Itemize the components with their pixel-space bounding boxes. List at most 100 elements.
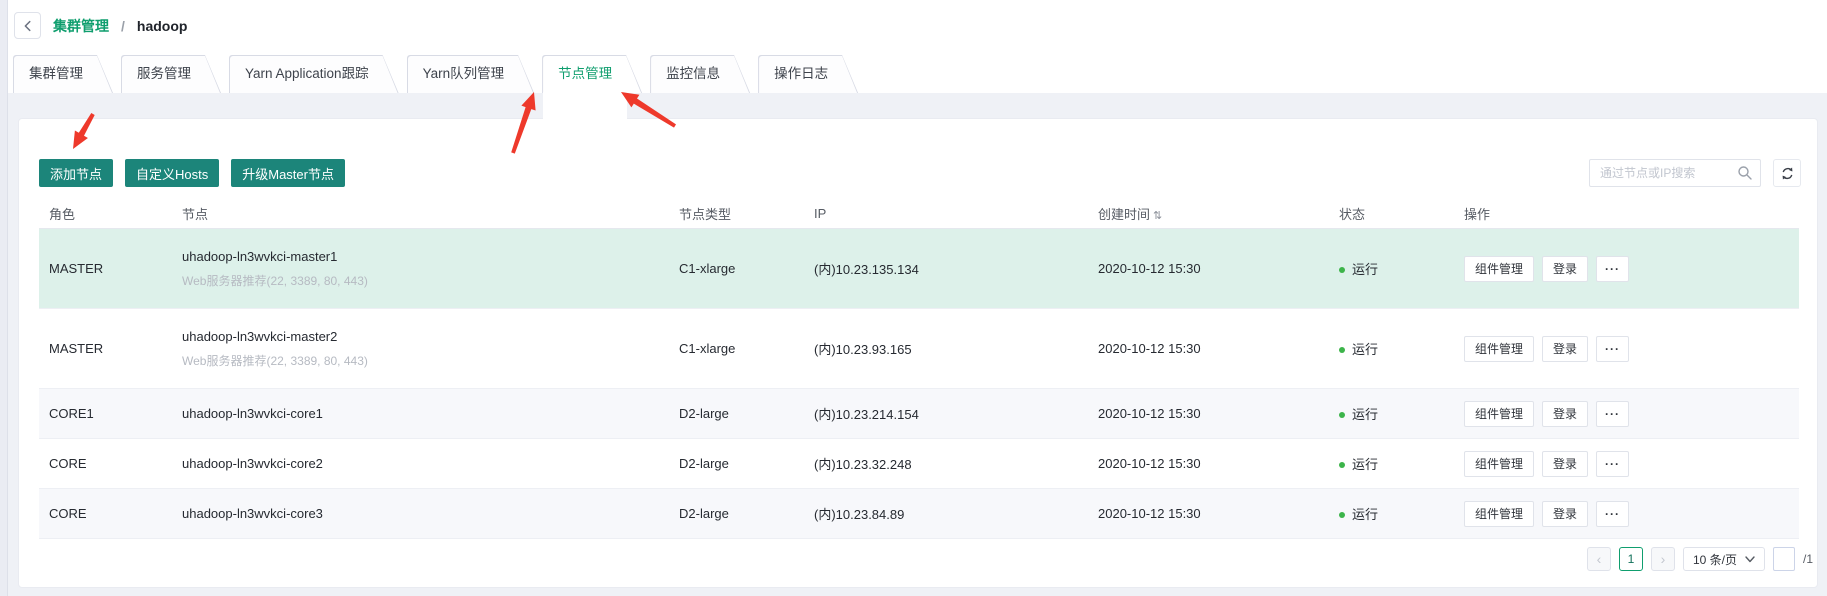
cell-role: CORE1 — [39, 406, 172, 421]
cell-actions: 组件管理 登录 ··· — [1454, 451, 1799, 477]
status-label: 运行 — [1352, 262, 1378, 277]
cell-node: uhadoop-ln3wvkci-core3 — [172, 506, 669, 521]
login-button[interactable]: 登录 — [1542, 451, 1588, 477]
cell-ip: (内)10.23.32.248 — [804, 454, 1088, 473]
table-header: 角色 节点 节点类型 IP 创建时间⇅ 状态 操作 — [39, 199, 1799, 229]
component-manage-button[interactable]: 组件管理 — [1464, 256, 1534, 282]
tab-label: 集群管理 — [13, 55, 113, 93]
breadcrumb-current: hadoop — [137, 18, 188, 34]
cell-actions: 组件管理 登录 ··· — [1454, 336, 1799, 362]
cell-role: MASTER — [39, 341, 172, 356]
tab-label: Yarn Application跟踪 — [229, 55, 399, 93]
cell-status: 运行 — [1329, 259, 1454, 278]
cell-created-time: 2020-10-12 15:30 — [1088, 506, 1329, 521]
search-icon[interactable] — [1737, 165, 1753, 181]
component-manage-button[interactable]: 组件管理 — [1464, 501, 1534, 527]
tab-label: 监控信息 — [650, 55, 750, 93]
cell-node: uhadoop-ln3wvkci-core2 — [172, 456, 669, 471]
status-dot-icon — [1339, 462, 1345, 468]
col-header-role: 角色 — [39, 204, 172, 223]
component-manage-button[interactable]: 组件管理 — [1464, 401, 1534, 427]
cell-created-time: 2020-10-12 15:30 — [1088, 456, 1329, 471]
tab-operation-log[interactable]: 操作日志 — [758, 55, 858, 93]
cell-actions: 组件管理 登录 ··· — [1454, 401, 1799, 427]
more-actions-button[interactable]: ··· — [1596, 451, 1629, 477]
cell-node-type: C1-xlarge — [669, 341, 804, 356]
content-panel: 添加节点自定义Hosts升级Master节点 角色 节点 节点类型 IP — [18, 118, 1818, 588]
refresh-button[interactable] — [1773, 159, 1801, 187]
cell-status: 运行 — [1329, 454, 1454, 473]
node-name: uhadoop-ln3wvkci-core3 — [182, 506, 669, 521]
pagination-page-1[interactable]: 1 — [1619, 547, 1643, 571]
cell-node-type: C1-xlarge — [669, 261, 804, 276]
cell-actions: 组件管理 登录 ··· — [1454, 501, 1799, 527]
cell-created-time: 2020-10-12 15:30 — [1088, 341, 1329, 356]
login-button[interactable]: 登录 — [1542, 401, 1588, 427]
pagination-prev-button[interactable]: ‹ — [1587, 547, 1611, 571]
tab-label: 节点管理 — [542, 55, 642, 93]
col-header-type: 节点类型 — [669, 204, 804, 223]
cell-created-time: 2020-10-12 15:30 — [1088, 406, 1329, 421]
cell-status: 运行 — [1329, 504, 1454, 523]
node-name: uhadoop-ln3wvkci-master2 — [182, 329, 669, 344]
cell-ip: (内)10.23.135.134 — [804, 259, 1088, 278]
more-actions-button[interactable]: ··· — [1596, 401, 1629, 427]
page-size-select[interactable]: 10 条/页 — [1683, 547, 1765, 571]
tab-bar: 集群管理服务管理Yarn Application跟踪Yarn队列管理节点管理监控… — [13, 55, 866, 93]
tab-monitor[interactable]: 监控信息 — [650, 55, 750, 93]
breadcrumb-separator: / — [121, 18, 125, 34]
tab-label: 操作日志 — [758, 55, 858, 93]
tab-service[interactable]: 服务管理 — [121, 55, 221, 93]
collapsed-sidebar — [0, 0, 8, 596]
add-node-button[interactable]: 添加节点 — [39, 159, 113, 187]
login-button[interactable]: 登录 — [1542, 336, 1588, 362]
node-sub-label: Web服务器推荐(22, 3389, 80, 443) — [182, 352, 669, 369]
cell-role: MASTER — [39, 261, 172, 276]
tab-node[interactable]: 节点管理 — [542, 55, 642, 93]
table-row: MASTER uhadoop-ln3wvkci-master1 Web服务器推荐… — [39, 229, 1799, 309]
col-header-created: 创建时间⇅ — [1088, 204, 1329, 223]
cell-ip: (内)10.23.84.89 — [804, 504, 1088, 523]
search-input[interactable] — [1589, 159, 1761, 187]
breadcrumb-parent-link[interactable]: 集群管理 — [53, 16, 109, 36]
sort-icon[interactable]: ⇅ — [1153, 210, 1162, 222]
component-manage-button[interactable]: 组件管理 — [1464, 336, 1534, 362]
cell-node: uhadoop-ln3wvkci-master2 Web服务器推荐(22, 33… — [172, 329, 669, 369]
node-table: 角色 节点 节点类型 IP 创建时间⇅ 状态 操作 MASTER uhadoop… — [39, 199, 1799, 539]
custom-hosts-button[interactable]: 自定义Hosts — [125, 159, 219, 187]
more-actions-button[interactable]: ··· — [1596, 336, 1629, 362]
status-dot-icon — [1339, 512, 1345, 518]
back-button[interactable] — [14, 12, 41, 39]
status-dot-icon — [1339, 267, 1345, 273]
tab-yarn-application[interactable]: Yarn Application跟踪 — [229, 55, 399, 93]
refresh-icon — [1780, 166, 1795, 181]
chevron-left-icon — [21, 19, 35, 33]
status-label: 运行 — [1352, 507, 1378, 522]
cell-node: uhadoop-ln3wvkci-core1 — [172, 406, 669, 421]
login-button[interactable]: 登录 — [1542, 501, 1588, 527]
page-jump-input[interactable] — [1773, 547, 1795, 571]
tab-cluster[interactable]: 集群管理 — [13, 55, 113, 93]
cell-role: CORE — [39, 506, 172, 521]
table-row: CORE uhadoop-ln3wvkci-core3 D2-large (内)… — [39, 489, 1799, 539]
table-row: CORE1 uhadoop-ln3wvkci-core1 D2-large (内… — [39, 389, 1799, 439]
cell-ip: (内)10.23.93.165 — [804, 339, 1088, 358]
breadcrumb: 集群管理 / hadoop — [14, 12, 187, 39]
tab-yarn-queue[interactable]: Yarn队列管理 — [407, 55, 535, 93]
pagination-next-button[interactable]: › — [1651, 547, 1675, 571]
cell-ip: (内)10.23.214.154 — [804, 404, 1088, 423]
component-manage-button[interactable]: 组件管理 — [1464, 451, 1534, 477]
cell-node-type: D2-large — [669, 506, 804, 521]
col-header-status: 状态 — [1329, 204, 1454, 223]
more-actions-button[interactable]: ··· — [1596, 256, 1629, 282]
status-label: 运行 — [1352, 342, 1378, 357]
status-dot-icon — [1339, 347, 1345, 353]
node-name: uhadoop-ln3wvkci-master1 — [182, 249, 669, 264]
login-button[interactable]: 登录 — [1542, 256, 1588, 282]
chevron-down-icon — [1745, 556, 1755, 563]
table-row: CORE uhadoop-ln3wvkci-core2 D2-large (内)… — [39, 439, 1799, 489]
upgrade-master-button[interactable]: 升级Master节点 — [231, 159, 345, 187]
cell-actions: 组件管理 登录 ··· — [1454, 256, 1799, 282]
node-name: uhadoop-ln3wvkci-core1 — [182, 406, 669, 421]
more-actions-button[interactable]: ··· — [1596, 501, 1629, 527]
